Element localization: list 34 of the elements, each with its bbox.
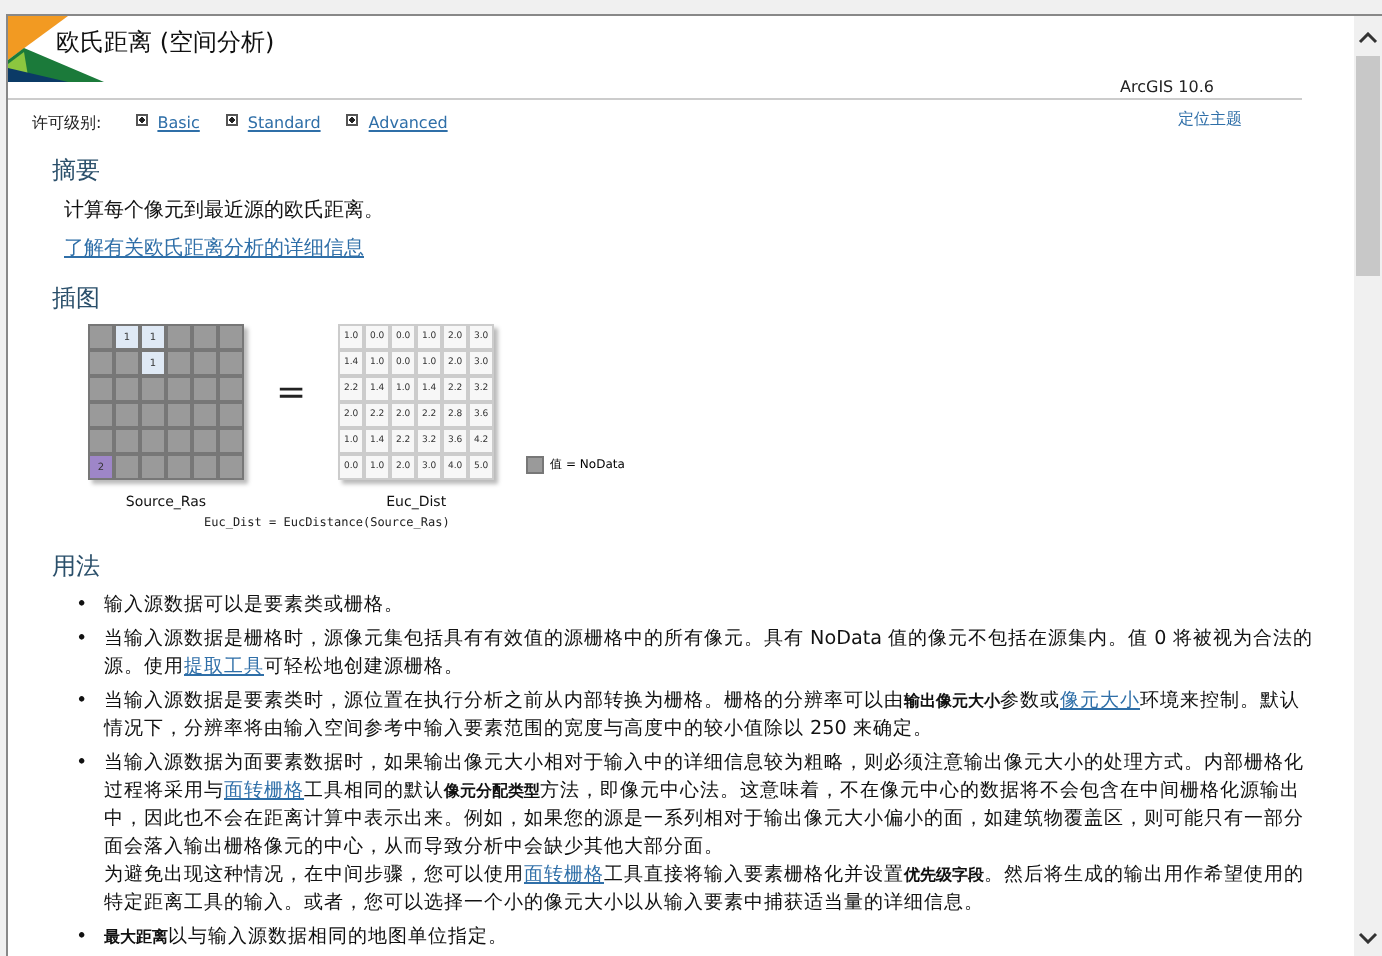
version-label: ArcGIS 10.6 <box>1120 78 1214 96</box>
tool-link[interactable]: 面转栅格 <box>224 780 304 802</box>
details-link[interactable]: 了解有关欧氏距离分析的详细信息 <box>64 234 364 262</box>
tool-link[interactable]: 提取工具 <box>184 656 264 678</box>
scrollbar[interactable] <box>1354 16 1382 956</box>
license-link[interactable]: Basic <box>157 114 200 132</box>
usage-paragraph: 输入源数据可以是要素类或栅格。 <box>104 592 406 620</box>
equals-sign: = <box>276 372 307 414</box>
bullet: • <box>76 688 90 716</box>
tool-link[interactable]: 像元大小 <box>1060 690 1140 712</box>
summary-text: 计算每个像元到最近源的欧氏距离。 <box>64 197 386 224</box>
usage-paragraph: 当输入源数据是要素类时，源位置在执行分析之前从内部转换为栅格。栅格的分辨率可以由输出像元大小参数或像元大小环境来控制。默认情况下，分辨率将由输入空间参考中输入要素范围的宽度与高度中的较小值除以 250 来确定。 <box>104 688 1302 744</box>
bullet: • <box>76 924 90 952</box>
usage-paragraph: 最大距离以与输入源数据相同的地图单位指定。 <box>104 924 510 952</box>
section-heading: 摘要 <box>52 154 102 188</box>
usage-paragraph: 当输入源数据是栅格时，源像元集包括具有有效值的源栅格中的所有像元。具有 NoData 值的像元不包括在源集内。值 0 将被视为合法的源。使用提取工具可轻松地创建源栅格。 <box>104 626 1315 682</box>
section-heading: 用法 <box>52 550 102 584</box>
tool-link[interactable]: 面转栅格 <box>524 864 604 886</box>
section-heading: 插图 <box>52 282 102 316</box>
logo-icon <box>8 16 104 82</box>
page-title: 欧氏距离 (空间分析) <box>56 26 275 60</box>
scroll-down-icon[interactable] <box>1358 932 1378 944</box>
usage-paragraph: 为避免出现这种情况，在中间步骤，您可以使用面转栅格工具直接将输入要素栅格化并设置优先级字段。然后将生成的输出用作希望使用的特定距离工具的输入。或者，您可以选择一个小的像元大小以从输入要素中捕获适当量的详细信息。 <box>104 862 1306 918</box>
license-label: 许可级别: <box>32 112 102 134</box>
license-link[interactable]: Standard <box>247 114 321 132</box>
locate-link[interactable]: 定位主题 <box>1178 108 1242 130</box>
nodata-swatch <box>526 456 545 474</box>
scroll-up-icon[interactable] <box>1358 32 1378 44</box>
bullet: • <box>76 750 90 778</box>
bullet: • <box>76 592 90 620</box>
usage-paragraph: 当输入源数据为面要素数据时，如果输出像元大小相对于输入中的详细信息较为粗略，则必须注意输出像元大小的处理方式。内部栅格化过程将采用与面转栅格工具相同的默认像元分配类型方法，即像元中心法。这意味着，不在像元中心的数据将不会包含在中间栅格化源输出中，因此也不会在距离计算中表示出来。例如，如果您的源是一系列相对于输出像元大小偏小的面，如建筑物覆盖区，则可能只有一部分面会落入输出栅格像元的中心，从而导致分析中会缺少其他大部分面。 <box>104 750 1306 862</box>
bullet: • <box>76 626 90 654</box>
license-link[interactable]: Advanced <box>368 114 448 132</box>
scroll-thumb[interactable] <box>1356 56 1380 276</box>
